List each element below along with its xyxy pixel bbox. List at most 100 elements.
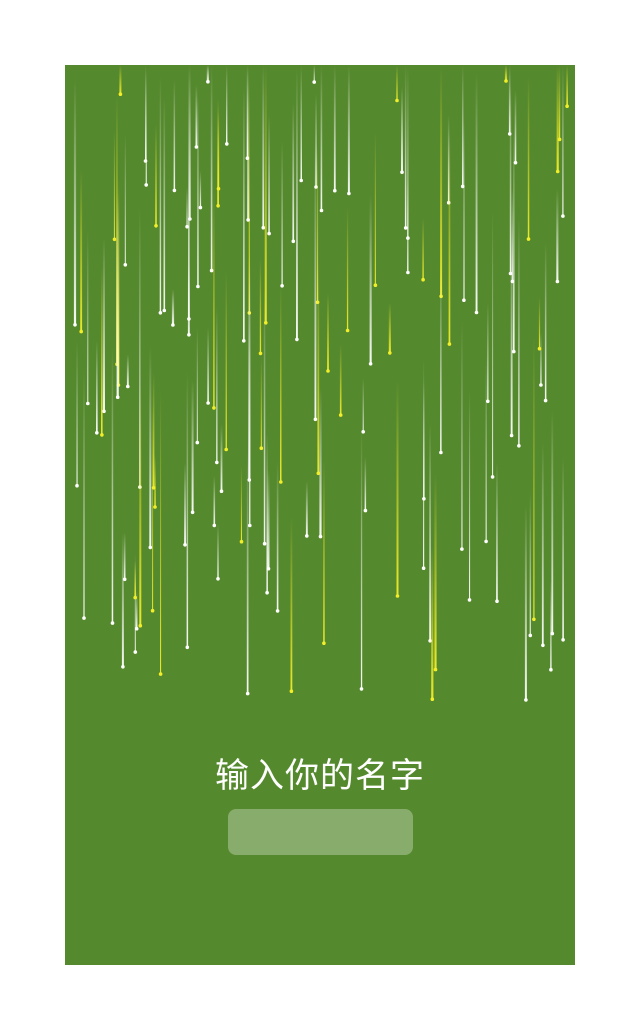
rain-streak [317, 259, 320, 474]
rain-drop-head [460, 547, 464, 551]
rain-streak [154, 454, 156, 508]
rain-streak [191, 379, 194, 513]
rain-drop-head [509, 433, 514, 438]
name-input[interactable] [228, 809, 413, 855]
rain-drop-head [532, 617, 536, 622]
rain-drop-head [279, 480, 283, 484]
rain-streak [496, 462, 498, 602]
rain-drop-head [219, 489, 224, 494]
rain-streak [152, 406, 154, 611]
rain-streak [429, 422, 431, 641]
rain-streak [160, 392, 162, 675]
rain-drop-head [158, 311, 163, 315]
rain-drop-head [259, 446, 264, 451]
rain-streak [558, 65, 561, 140]
rain-streak [562, 457, 564, 640]
rain-streak [508, 65, 511, 134]
rain-streak [280, 285, 282, 482]
rain-streak [184, 462, 186, 545]
rain-streak [448, 131, 451, 345]
rain-streak [126, 354, 129, 387]
rain-drop-head [267, 231, 271, 236]
rain-drop-head [549, 667, 553, 672]
rain-drop-head [95, 431, 99, 435]
rain-streak [401, 87, 403, 173]
rain-drop-head [150, 608, 155, 613]
rain-drop-head [242, 339, 246, 343]
rain-drop-head [123, 263, 128, 267]
rain-streak [524, 504, 527, 700]
rain-streak [292, 102, 295, 242]
rain-drop-head [462, 298, 466, 302]
rain-drop-head [359, 687, 364, 691]
rain-streak [461, 320, 463, 550]
rain-streak [159, 75, 162, 313]
rain-streak [422, 218, 424, 280]
rain-drop-head [225, 142, 229, 146]
rain-drop-head [171, 323, 175, 327]
rain-streak [396, 380, 399, 596]
rain-drop-head [209, 268, 214, 273]
rain-streak [362, 377, 364, 432]
rain-streak [134, 561, 136, 598]
rain-drop-head [215, 460, 219, 465]
rain-drop-head [439, 450, 443, 455]
rain-streak [220, 423, 223, 492]
rain-drop-head [543, 398, 548, 403]
rain-streak [217, 98, 219, 206]
rain-streak [171, 289, 175, 325]
rain-drop-head [555, 169, 560, 174]
rain-streak [440, 263, 442, 453]
rain-drop-head [86, 401, 90, 406]
rain-streak [262, 65, 265, 228]
rain-streak [139, 385, 142, 626]
rain-drop-head [474, 310, 479, 315]
rain-drop-head [275, 609, 280, 613]
rain-drop-head [148, 545, 153, 550]
rain-streak [119, 65, 122, 95]
rain-drop-head [126, 384, 130, 389]
rain-streak [121, 531, 124, 667]
rain-drop-head [258, 351, 263, 356]
rain-drop-head [194, 145, 199, 149]
rain-drop-head [421, 277, 425, 282]
rain-streak [266, 432, 268, 593]
rain-drop-head [406, 270, 410, 275]
rain-streak [313, 65, 315, 83]
rain-streak [423, 358, 425, 569]
rain-drop-head [246, 218, 250, 222]
rain-drop-head [110, 621, 115, 625]
rain-drop-head [134, 626, 139, 631]
rain-streak [102, 237, 105, 412]
rain-streak [440, 66, 443, 297]
rain-drop-head [517, 444, 521, 448]
rain-streak [551, 409, 554, 634]
rain-drop-head [224, 447, 228, 452]
rain-streak [333, 65, 336, 191]
rain-streak [113, 130, 115, 240]
rain-streak [124, 531, 126, 580]
rain-drop-head [433, 667, 438, 672]
rain-drop-head [239, 539, 244, 544]
rain-drop-head [187, 317, 191, 321]
rain-drop-head [75, 483, 79, 488]
rain-drop-head [102, 409, 106, 414]
rain-drop-head [326, 369, 330, 373]
rain-drop-head [291, 239, 296, 244]
rain-streak [216, 305, 218, 463]
rain-streak [300, 65, 302, 181]
rain-drop-head [322, 641, 326, 645]
rain-drop-head [212, 406, 216, 410]
rain-drop-head [121, 665, 125, 669]
rain-streak [562, 65, 564, 217]
rain-streak [364, 456, 367, 511]
rain-streak [514, 90, 517, 163]
rain-drop-head [154, 224, 158, 228]
rain-streak [556, 189, 559, 282]
rain-drop-head [299, 178, 303, 183]
rain-drop-head [144, 183, 148, 187]
rain-drop-head [368, 362, 373, 366]
rain-drop-head [507, 132, 512, 136]
rain-drop-head [490, 475, 495, 479]
rain-streak [207, 327, 209, 403]
